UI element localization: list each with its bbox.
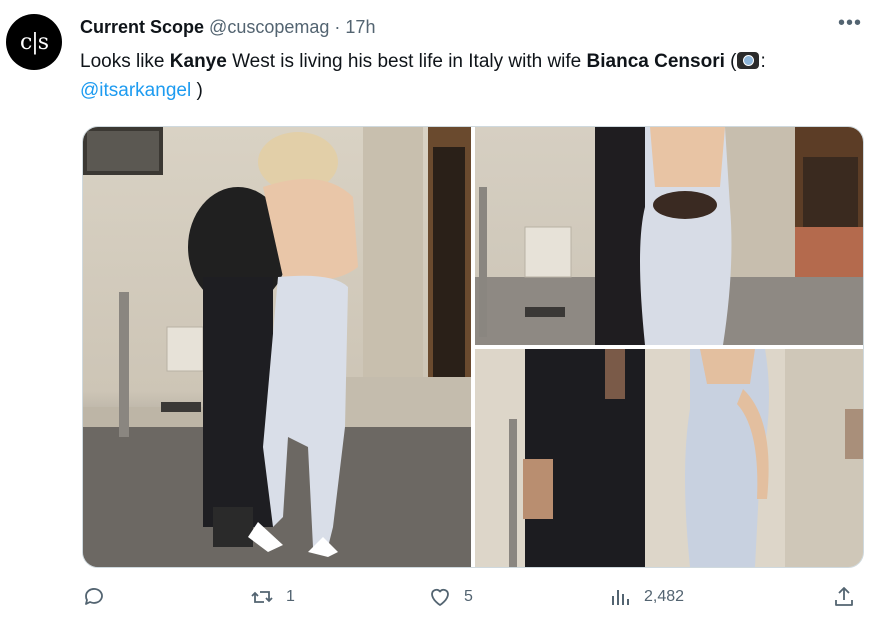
author-name[interactable]: Current Scope bbox=[80, 17, 204, 37]
header-separator: · bbox=[334, 17, 341, 37]
tweet-timestamp[interactable]: 17h bbox=[345, 17, 375, 37]
tweet-text-part: ) bbox=[191, 80, 203, 101]
retweet-button[interactable]: 1 bbox=[250, 585, 295, 609]
author-handle[interactable]: @cuscopemag bbox=[209, 17, 329, 37]
views-count: 2,482 bbox=[644, 588, 685, 605]
photo-3-illustration bbox=[475, 349, 863, 567]
tweet-actions: 1 5 2,482 bbox=[0, 585, 880, 617]
reply-button[interactable] bbox=[82, 585, 106, 609]
avatar-logo-text: c|s bbox=[19, 29, 49, 55]
photo-1[interactable] bbox=[83, 127, 471, 567]
photo-1-illustration bbox=[83, 127, 471, 567]
author-avatar[interactable]: c|s bbox=[6, 14, 62, 70]
views-button[interactable]: 2,482 bbox=[608, 585, 684, 609]
tweet-text-bold-kanye: Kanye bbox=[169, 51, 227, 72]
photo-2-illustration bbox=[475, 127, 863, 345]
camera-flash-emoji bbox=[737, 52, 760, 69]
tweet-text-part: : bbox=[760, 51, 766, 72]
tweet-header: Current Scope @cuscopemag · 17h bbox=[80, 15, 375, 39]
tweet-text-part: ( bbox=[724, 51, 737, 72]
heart-icon bbox=[431, 588, 449, 606]
tweet-text: Looks like Kanye West is living his best… bbox=[80, 47, 820, 105]
share-button[interactable] bbox=[832, 585, 856, 609]
reply-icon bbox=[85, 588, 103, 605]
retweet-icon bbox=[251, 591, 273, 603]
like-button[interactable]: 5 bbox=[428, 585, 473, 609]
mention-link[interactable]: @itsarkangel bbox=[80, 80, 191, 101]
retweet-count: 1 bbox=[286, 588, 295, 605]
photo-2[interactable] bbox=[475, 127, 863, 345]
tweet-text-bold-bianca: Bianca Censori bbox=[586, 51, 725, 72]
tweet-text-part: Looks like bbox=[80, 51, 170, 72]
more-horizontal-icon[interactable]: ••• bbox=[838, 12, 862, 35]
share-icon bbox=[835, 587, 853, 606]
photo-3[interactable] bbox=[475, 349, 863, 567]
media-grid bbox=[82, 126, 864, 568]
tweet-text-part: West is living his best life in Italy wi… bbox=[226, 51, 587, 72]
like-count: 5 bbox=[464, 588, 473, 605]
views-chart-icon bbox=[612, 590, 629, 605]
